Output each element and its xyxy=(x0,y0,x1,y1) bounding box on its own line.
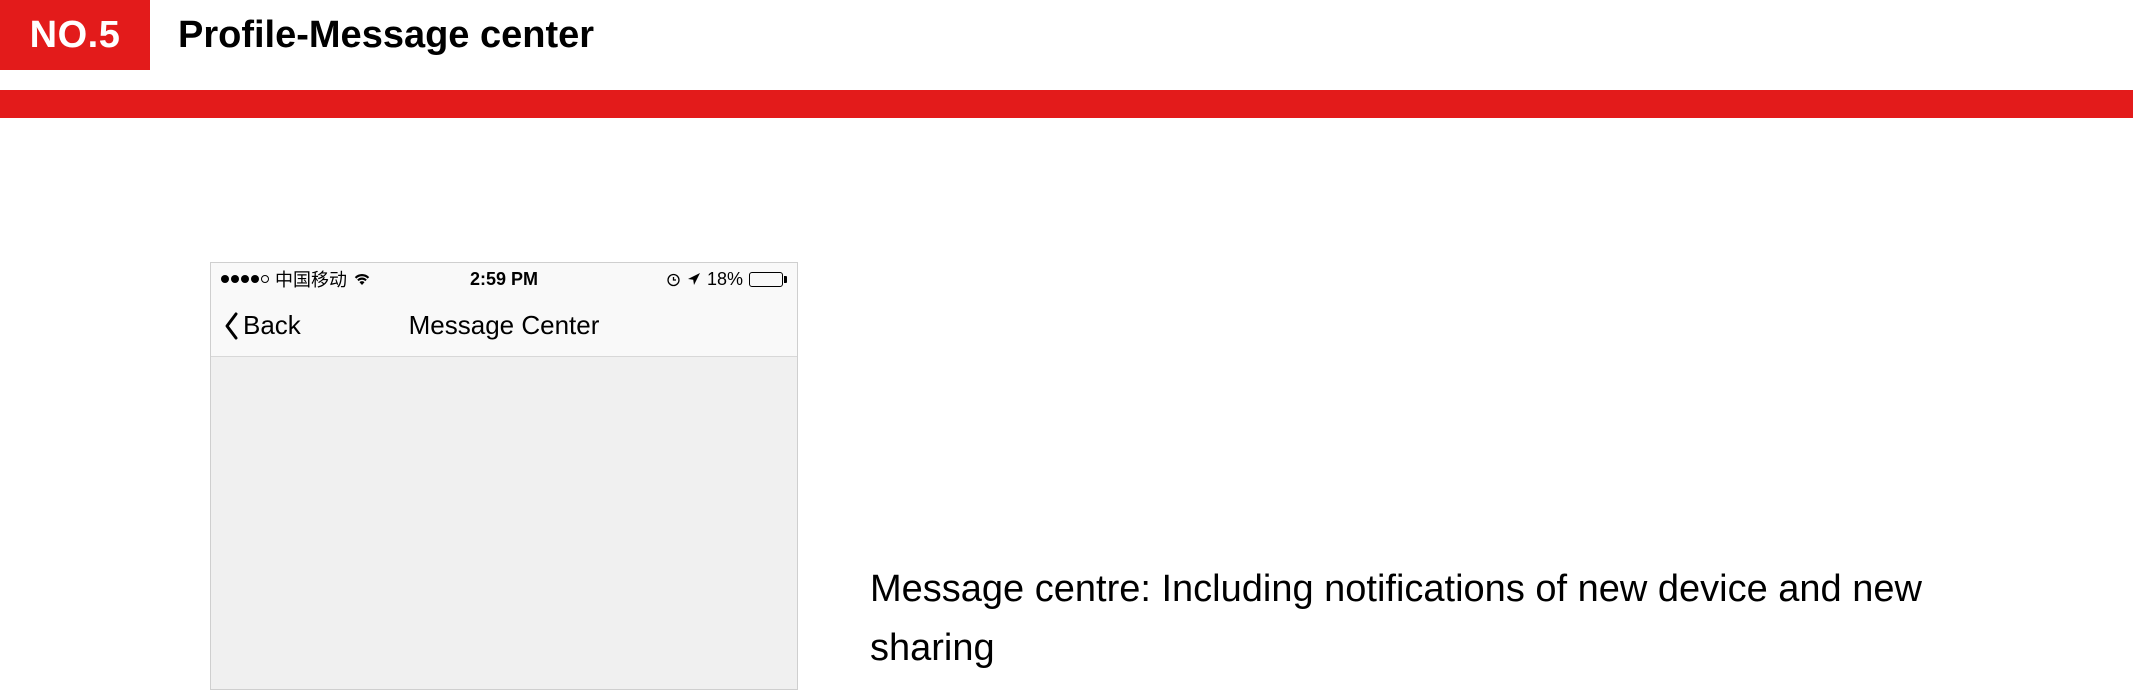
back-button-label: Back xyxy=(243,310,301,341)
location-arrow-icon xyxy=(687,272,701,286)
status-bar: 中国移动 2:59 PM 18% xyxy=(211,263,797,295)
signal-strength-icon xyxy=(221,275,269,283)
divider-bar xyxy=(0,90,2133,118)
description-text: Message centre: Including notifications … xyxy=(870,560,2020,678)
battery-icon xyxy=(749,272,787,287)
alarm-icon xyxy=(666,272,681,287)
page-title: Profile-Message center xyxy=(150,0,594,70)
status-bar-time: 2:59 PM xyxy=(470,269,538,290)
phone-screenshot: 中国移动 2:59 PM 18% xyxy=(210,262,798,690)
battery-percent-label: 18% xyxy=(707,269,743,290)
nav-bar: Back Message Center xyxy=(211,295,797,357)
wifi-icon xyxy=(353,272,371,286)
message-center-content xyxy=(211,357,797,689)
section-number-badge: NO.5 xyxy=(0,0,150,70)
carrier-label: 中国移动 xyxy=(275,266,347,292)
chevron-left-icon xyxy=(223,311,241,341)
back-button[interactable]: Back xyxy=(223,310,301,341)
status-bar-right: 18% xyxy=(538,269,787,290)
status-bar-left: 中国移动 xyxy=(221,266,470,292)
nav-title: Message Center xyxy=(409,310,600,341)
header-row: NO.5 Profile-Message center xyxy=(0,0,2133,70)
